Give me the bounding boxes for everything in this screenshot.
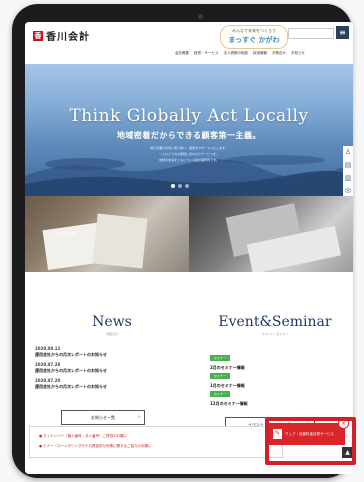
news-date: 2020.07.28 [35, 362, 61, 367]
highlight-box [265, 417, 356, 465]
hero-title: Think Globally Act Locally [69, 106, 309, 126]
site-header: 香 香川会計 みんなで未来をつくろう まっすぐ かがわ ≡ 会社概要 経営・サー… [25, 22, 353, 64]
chevron-right-icon: › [138, 414, 140, 420]
event-tag: セミナー [210, 355, 231, 361]
nav-item[interactable]: 採用情報 [253, 51, 267, 56]
hero-desc-line: 地元企業の皆様に寄り添い、経営をサポートいたします。 [150, 146, 228, 150]
hero-banner: Think Globally Act Locally 地域密着だからできる顧客第… [25, 64, 353, 196]
document-icon[interactable]: ▤ [345, 161, 352, 169]
news-item[interactable]: 2020.07.20 運用会社からの月次レポートのお知らせ [35, 378, 107, 390]
nav-item[interactable]: 経営・サービス [194, 51, 219, 56]
laptop-illustration [225, 203, 342, 272]
mail-icon[interactable]: ✉ [345, 187, 351, 195]
carousel-dot[interactable] [185, 184, 189, 188]
notice-box: ● マイナンバー（個人番号・法人番号）ご提供のお願い ● テナー・ローンダリング… [29, 426, 283, 458]
badge-title: まっすぐ かがわ [228, 36, 280, 44]
news-text: 運用会社からの月次レポートのお知らせ [35, 352, 107, 357]
carousel-dot[interactable] [171, 184, 175, 188]
document-icon[interactable]: ▥ [345, 174, 352, 182]
paper-sheet [92, 213, 148, 269]
logo-text: 香川会計 [46, 32, 90, 43]
news-heading: News [92, 314, 132, 330]
photo-handshake[interactable] [189, 196, 353, 272]
badge-caption: みんなで未来をつくろう [232, 28, 276, 33]
event-item[interactable]: セミナー 12月のセミナー情報 [210, 380, 248, 407]
notice-link[interactable]: ● マイナンバー（個人番号・法人番号）ご提供のお願い [39, 434, 127, 439]
hero-desc-line: 一人ひとりのお客様に合わせたサービスを。 [159, 152, 219, 156]
browser-screen: 香 香川会計 みんなで未来をつくろう まっすぐ かがわ ≡ 会社概要 経営・サー… [25, 22, 353, 474]
photo-band: 税務のご相談 [25, 196, 353, 272]
event-subheading: イベント・セミナー [261, 332, 289, 336]
hero-subtitle: 地域密着だからできる顧客第一主義。 [116, 130, 262, 140]
news-date: 2020.07.20 [35, 378, 61, 383]
news-subheading: お知らせ [106, 332, 118, 336]
logo[interactable]: 香 香川会計 [33, 28, 90, 43]
nav-item[interactable]: 会社概要 [175, 51, 189, 56]
campaign-badge[interactable]: みんなで未来をつくろう まっすぐ かがわ [220, 25, 288, 49]
camera-dot [198, 14, 203, 19]
carousel-dot[interactable] [178, 184, 182, 188]
news-more-label: お知らせ一覧 [91, 415, 115, 420]
nav-item[interactable]: 法人税務の相談 [224, 51, 249, 56]
photo-caption: 税務のご相談 [55, 232, 76, 236]
person-icon[interactable]: ♙ [345, 148, 351, 156]
event-tag: セミナー [210, 373, 231, 379]
event-tag: セミナー [210, 391, 231, 397]
hamburger-icon[interactable]: ≡ [336, 26, 349, 39]
header-search-input[interactable] [288, 28, 334, 39]
hero-description: 地元企業の皆様に寄り添い、経営をサポートいたします。 一人ひとりのお客様に合わせ… [25, 144, 353, 162]
event-text: 12月のセミナー情報 [210, 401, 248, 406]
news-text: 運用会社からの月次レポートのお知らせ [35, 368, 107, 373]
news-more-button[interactable]: お知らせ一覧 › [61, 410, 145, 425]
news-item[interactable]: 2020.08.12 運用会社からの月次レポートのお知らせ [35, 346, 107, 358]
side-icon-bar: ♙ ▤ ▥ ✉ [343, 146, 353, 196]
hero-desc-line: 地域の未来をともにつくる会計事務所です。 [159, 158, 219, 162]
news-text: 運用会社からの月次レポートのお知らせ [35, 384, 107, 389]
photo-documents[interactable]: 税務のご相談 [25, 196, 189, 272]
logo-mark: 香 [33, 30, 43, 41]
carousel-dots [171, 184, 189, 188]
news-item[interactable]: 2020.07.28 運用会社からの月次レポートのお知らせ [35, 362, 107, 374]
nav-item[interactable]: お知らせ [291, 51, 305, 56]
news-date: 2020.08.12 [35, 346, 61, 351]
event-heading: Event&Seminar [218, 314, 332, 330]
notice-link[interactable]: ● テナー・ローンダリングやテロ資金供与対策に関するご協力のお願い [39, 444, 152, 449]
global-nav: 会社概要 経営・サービス 法人税務の相談 採用情報 お問合せ お知らせ [175, 51, 305, 56]
nav-item[interactable]: お問合せ [272, 51, 286, 56]
